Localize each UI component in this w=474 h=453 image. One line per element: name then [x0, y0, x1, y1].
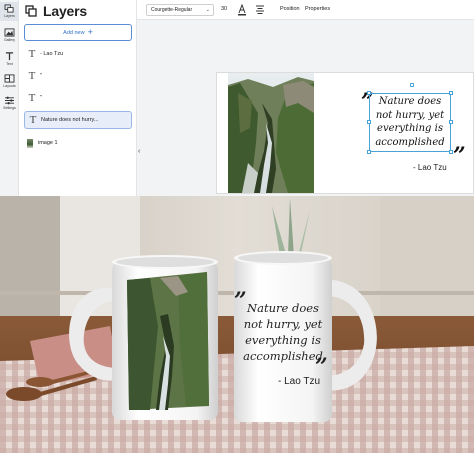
rail-text[interactable]: Text	[0, 50, 19, 69]
layer-item[interactable]: image 1	[24, 134, 132, 152]
mug-quote-print: Nature does not hurry, yet everything is…	[234, 300, 332, 364]
quote-line: Nature does	[247, 301, 319, 315]
layer-label: - Lao Tzu	[40, 51, 64, 57]
rotate-handle[interactable]	[410, 83, 414, 87]
layer-item[interactable]: T "	[24, 89, 132, 107]
layer-label: "	[40, 95, 42, 101]
layer-item[interactable]: T "	[24, 67, 132, 85]
position-button[interactable]: Position	[280, 6, 300, 12]
add-new-button[interactable]: Add new +	[24, 24, 132, 41]
canyon-image[interactable]	[228, 73, 314, 193]
quote-line: everything is	[245, 333, 321, 347]
rail-gallery[interactable]: Gallery	[0, 26, 19, 45]
text-icon	[5, 52, 14, 61]
rail-layouts[interactable]: Layouts	[0, 72, 19, 91]
mug-author-print: - Lao Tzu	[278, 376, 321, 387]
rail-label: Gallery	[3, 38, 16, 42]
author-text[interactable]: - Lao Tzu	[413, 163, 447, 172]
text-layer-icon: T	[28, 48, 36, 60]
layer-item[interactable]: T - Lao Tzu	[24, 45, 132, 63]
rail-label: Layers	[4, 14, 15, 18]
layers-panel: Layers Add new + T - Lao Tzu T " T " T N…	[19, 0, 137, 196]
resize-handle[interactable]	[367, 150, 371, 154]
rail-label: Text	[6, 62, 13, 66]
settings-icon	[5, 96, 14, 105]
resize-handle[interactable]	[367, 91, 371, 95]
resize-handle[interactable]	[449, 120, 453, 124]
chevron-down-icon: ⌄	[205, 7, 210, 13]
resize-handle[interactable]	[367, 120, 371, 124]
layer-label: "	[40, 73, 42, 79]
text-layer-icon: T	[29, 114, 37, 126]
quote-text-box[interactable]: Nature does not hurry, yet everything is…	[367, 83, 453, 154]
rail-layers[interactable]: Layers	[0, 2, 19, 21]
rail-label: Settings	[3, 106, 16, 110]
align-center-icon[interactable]	[255, 4, 265, 16]
panel-header: Layers	[25, 2, 87, 20]
design-editor: Layers Gallery Text Layouts Settings Lay…	[0, 0, 474, 196]
rail-settings[interactable]: Settings	[0, 94, 19, 113]
font-family-value: Courgette-Regular	[151, 7, 193, 13]
text-color-icon[interactable]	[237, 4, 247, 16]
quote-line: Nature does	[378, 96, 442, 107]
layer-label: Nature does not hurry...	[41, 117, 99, 123]
font-family-select[interactable]: Courgette-Regular ⌄	[146, 4, 214, 16]
properties-button[interactable]: Properties	[305, 6, 330, 12]
layouts-icon	[4, 74, 15, 83]
layers-icon	[4, 4, 14, 13]
collapse-panel-icon[interactable]: ‹	[138, 148, 140, 155]
text-layer-icon: T	[28, 92, 36, 104]
mug-product-photo: ” ” Nature does not hurry, yet everythin…	[0, 196, 474, 453]
font-size-value[interactable]: 30	[221, 6, 227, 12]
quote-line: everything is	[377, 123, 443, 134]
layers-icon	[25, 5, 37, 17]
quote-line: accomplished	[243, 349, 323, 363]
text-toolbar: Courgette-Regular ⌄ 30 Position Properti…	[137, 0, 474, 20]
panel-title: Layers	[43, 3, 87, 19]
layer-label: image 1	[38, 140, 58, 146]
gallery-icon	[4, 28, 15, 37]
quote-line: accomplished	[375, 136, 445, 148]
text-layer-icon: T	[28, 70, 36, 82]
close-quote-mark[interactable]: ”	[453, 143, 466, 169]
quote-line: not hurry, yet	[375, 109, 445, 121]
layer-item-selected[interactable]: T Nature does not hurry...	[24, 111, 132, 129]
image-layer-thumbnail	[27, 138, 33, 148]
plus-icon: +	[87, 27, 93, 37]
quote-line: not hurry, yet	[243, 317, 323, 331]
add-new-label: Add new	[63, 29, 85, 36]
rail-label: Layouts	[3, 84, 16, 88]
design-artboard[interactable]: ” Nature does not hurry, yet everything …	[216, 72, 474, 194]
resize-handle[interactable]	[449, 91, 453, 95]
icon-rail: Layers Gallery Text Layouts Settings	[0, 0, 19, 196]
